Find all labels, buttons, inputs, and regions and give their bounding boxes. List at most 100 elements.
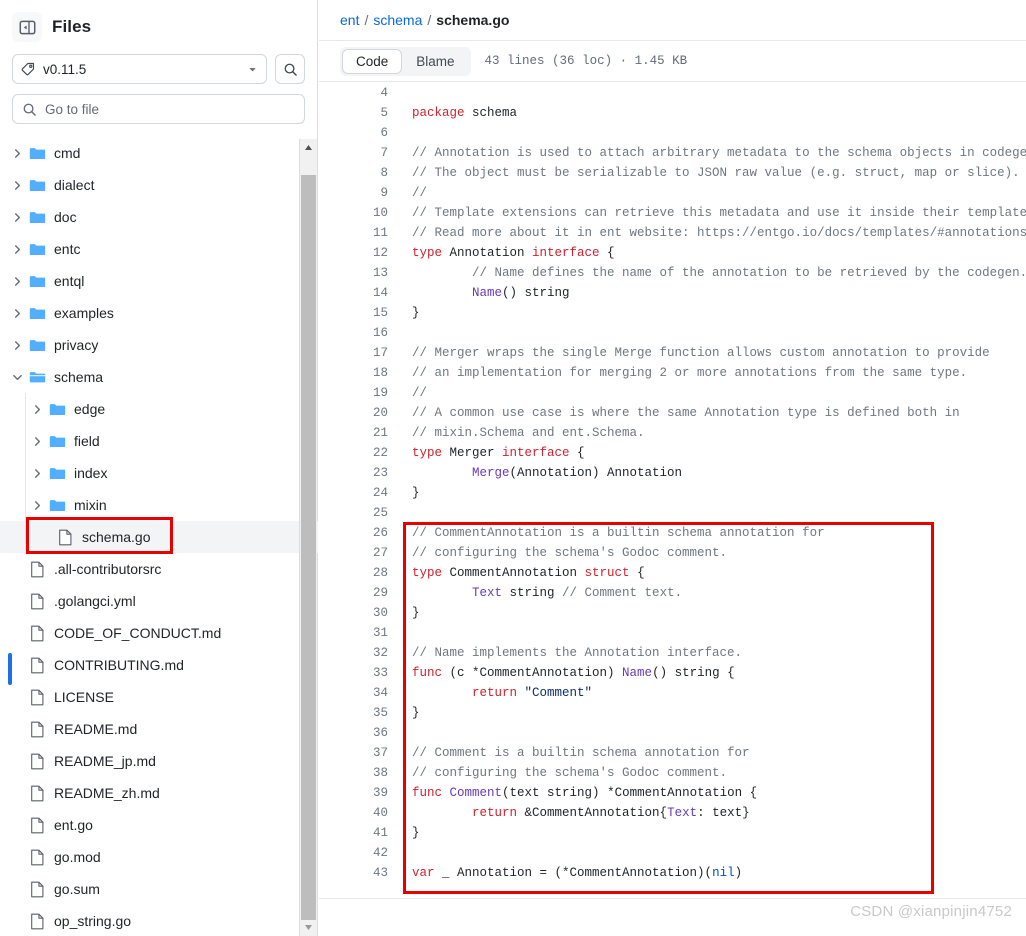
line-content[interactable]: [400, 623, 412, 643]
code-line[interactable]: 43 var _ Annotation = (*CommentAnnotation…: [319, 863, 1026, 883]
code-line[interactable]: 22 type Merger interface {: [319, 443, 1026, 463]
line-number[interactable]: 18: [319, 363, 400, 383]
line-number[interactable]: 5: [319, 103, 400, 123]
code-line[interactable]: 40 return &CommentAnnotation{Text: text}: [319, 803, 1026, 823]
sidebar-folder-privacy[interactable]: privacy: [0, 329, 318, 361]
sidebar-folder-edge[interactable]: edge: [0, 393, 318, 425]
sidebar-file-LICENSE[interactable]: LICENSE: [0, 681, 318, 713]
chevron-right-icon[interactable]: [8, 308, 26, 319]
sidebar-file-CONTRIBUTING.md[interactable]: CONTRIBUTING.md: [0, 649, 318, 681]
line-content[interactable]: [400, 123, 412, 143]
line-number[interactable]: 4: [319, 83, 400, 103]
code-line[interactable]: 20 // A common use case is where the same…: [319, 403, 1026, 423]
code-line[interactable]: 37 // Comment is a builtin schema annotat…: [319, 743, 1026, 763]
chevron-right-icon[interactable]: [8, 244, 26, 255]
sidebar-folder-schema[interactable]: schema: [0, 361, 318, 393]
line-content[interactable]: func Comment(text string) *CommentAnnota…: [400, 783, 757, 803]
line-content[interactable]: type Merger interface {: [400, 443, 585, 463]
code-line[interactable]: 12 type Annotation interface {: [319, 243, 1026, 263]
sidebar-folder-dialect[interactable]: dialect: [0, 169, 318, 201]
sidebar-file-op_string.go[interactable]: op_string.go: [0, 905, 318, 936]
scroll-down-button[interactable]: [300, 919, 317, 936]
line-content[interactable]: // A common use case is where the same A…: [400, 403, 960, 423]
sidebar-folder-entc[interactable]: entc: [0, 233, 318, 265]
sidebar-file-schema.go[interactable]: schema.go: [0, 521, 318, 553]
chevron-down-icon[interactable]: [8, 372, 26, 383]
sidebar-folder-entql[interactable]: entql: [0, 265, 318, 297]
breadcrumb-link-1[interactable]: schema: [373, 12, 422, 28]
code-line[interactable]: 15}: [319, 303, 1026, 323]
code-line[interactable]: 11 // Read more about it in ent website: …: [319, 223, 1026, 243]
line-content[interactable]: func (c *CommentAnnotation) Name() strin…: [400, 663, 735, 683]
line-content[interactable]: [400, 83, 412, 103]
tab-code[interactable]: Code: [342, 48, 403, 74]
line-content[interactable]: Merge(Annotation) Annotation: [400, 463, 682, 483]
sidebar-scrollbar[interactable]: [299, 139, 317, 936]
line-content[interactable]: // mixin.Schema and ent.Schema.: [400, 423, 645, 443]
code-line[interactable]: 41}: [319, 823, 1026, 843]
line-number[interactable]: 34: [319, 683, 400, 703]
code-line[interactable]: 4: [319, 83, 1026, 103]
code-line[interactable]: 42: [319, 843, 1026, 863]
line-content[interactable]: // Merger wraps the single Merge functio…: [400, 343, 990, 363]
line-number[interactable]: 24: [319, 483, 400, 503]
code-line[interactable]: 33 func (c *CommentAnnotation) Name() str…: [319, 663, 1026, 683]
line-content[interactable]: }: [400, 483, 420, 503]
line-content[interactable]: }: [400, 303, 420, 323]
code-line[interactable]: 7 // Annotation is used to attach arbitra…: [319, 143, 1026, 163]
sidebar-file-CODE_OF_CONDUCT.md[interactable]: CODE_OF_CONDUCT.md: [0, 617, 318, 649]
code-line[interactable]: 35}: [319, 703, 1026, 723]
chevron-right-icon[interactable]: [28, 500, 46, 511]
line-number[interactable]: 26: [319, 523, 400, 543]
code-line[interactable]: 39 func Comment(text string) *CommentAnno…: [319, 783, 1026, 803]
code-line[interactable]: 26 // CommentAnnotation is a builtin sche…: [319, 523, 1026, 543]
code-line[interactable]: 19 //: [319, 383, 1026, 403]
sidebar-file-.golangci.yml[interactable]: .golangci.yml: [0, 585, 318, 617]
chevron-right-icon[interactable]: [8, 212, 26, 223]
line-content[interactable]: [400, 323, 412, 343]
line-number[interactable]: 33: [319, 663, 400, 683]
line-number[interactable]: 8: [319, 163, 400, 183]
sidebar-folder-mixin[interactable]: mixin: [0, 489, 318, 521]
line-number[interactable]: 21: [319, 423, 400, 443]
line-number[interactable]: 37: [319, 743, 400, 763]
line-content[interactable]: // Annotation is used to attach arbitrar…: [400, 143, 1026, 163]
line-content[interactable]: // configuring the schema's Godoc commen…: [400, 763, 727, 783]
sidebar-folder-doc[interactable]: doc: [0, 201, 318, 233]
line-number[interactable]: 29: [319, 583, 400, 603]
line-content[interactable]: [400, 503, 412, 523]
line-number[interactable]: 39: [319, 783, 400, 803]
line-number[interactable]: 20: [319, 403, 400, 423]
line-number[interactable]: 10: [319, 203, 400, 223]
line-number[interactable]: 42: [319, 843, 400, 863]
line-number[interactable]: 38: [319, 763, 400, 783]
sidebar-folder-examples[interactable]: examples: [0, 297, 318, 329]
line-number[interactable]: 13: [319, 263, 400, 283]
line-number[interactable]: 28: [319, 563, 400, 583]
line-number[interactable]: 16: [319, 323, 400, 343]
chevron-right-icon[interactable]: [8, 276, 26, 287]
line-content[interactable]: return "Comment": [400, 683, 592, 703]
code-line[interactable]: 10 // Template extensions can retrieve th…: [319, 203, 1026, 223]
go-to-file-input[interactable]: Go to file: [12, 94, 305, 124]
sidebar-file-go.sum[interactable]: go.sum: [0, 873, 318, 905]
sidebar-folder-index[interactable]: index: [0, 457, 318, 489]
code-line[interactable]: 13 // Name defines the name of the annot…: [319, 263, 1026, 283]
line-content[interactable]: Text string // Comment text.: [400, 583, 682, 603]
branch-tag-selector[interactable]: v0.11.5: [12, 54, 267, 84]
line-content[interactable]: type Annotation interface {: [400, 243, 615, 263]
sidebar-file-.all-contributorsrc[interactable]: .all-contributorsrc: [0, 553, 318, 585]
code-line[interactable]: 16: [319, 323, 1026, 343]
line-number[interactable]: 12: [319, 243, 400, 263]
line-number[interactable]: 17: [319, 343, 400, 363]
line-content[interactable]: return &CommentAnnotation{Text: text}: [400, 803, 750, 823]
line-content[interactable]: type CommentAnnotation struct {: [400, 563, 645, 583]
code-line[interactable]: 14 Name() string: [319, 283, 1026, 303]
code-line[interactable]: 25: [319, 503, 1026, 523]
line-number[interactable]: 40: [319, 803, 400, 823]
sidebar-file-ent.go[interactable]: ent.go: [0, 809, 318, 841]
code-line[interactable]: 5 package schema: [319, 103, 1026, 123]
line-content[interactable]: var _ Annotation = (*CommentAnnotation)(…: [400, 863, 742, 883]
code-line[interactable]: 32 // Name implements the Annotation inte…: [319, 643, 1026, 663]
line-number[interactable]: 41: [319, 823, 400, 843]
